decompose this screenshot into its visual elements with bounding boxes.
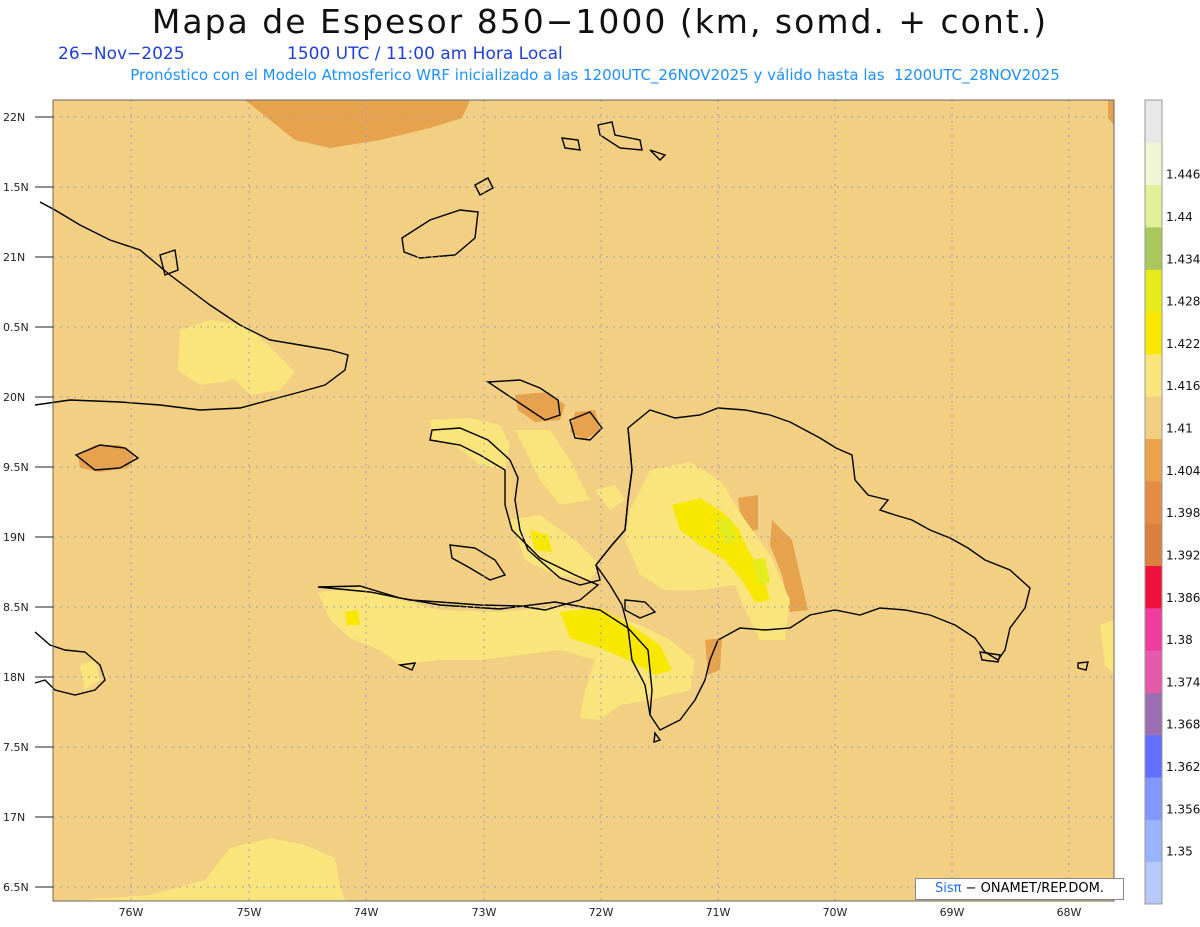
lat-axis: 22N 1.5N 21N 0.5N 20N 9.5N 19N 8.5N 18N … bbox=[3, 111, 29, 894]
lon-label: 75W bbox=[237, 906, 262, 919]
colorbar-level-label: 1.422 bbox=[1166, 337, 1200, 351]
colorbar: 1.35 1.356 1.362 1.368 1.374 1.38 1.386 1.392 1.… bbox=[1144, 99, 1200, 905]
lon-label: 72W bbox=[589, 906, 614, 919]
colorbar-swatch bbox=[1145, 607, 1162, 651]
colorbar-swatch bbox=[1145, 480, 1162, 524]
colorbar-swatch bbox=[1145, 861, 1162, 905]
colorbar-swatch bbox=[1145, 523, 1162, 566]
lon-label: 68W bbox=[1057, 906, 1082, 919]
lat-label: 7.5N bbox=[3, 741, 29, 754]
colorbar-swatch bbox=[1145, 438, 1162, 482]
lon-axis: 76W 75W 74W 73W 72W 71W 70W 69W 68W bbox=[119, 906, 1082, 919]
colorbar-level-label: 1.41 bbox=[1166, 422, 1193, 436]
colorbar-swatch bbox=[1145, 777, 1162, 820]
lat-label: 22N bbox=[3, 111, 25, 124]
thickness-map: 22N 1.5N 21N 0.5N 20N 9.5N 19N 8.5N 18N … bbox=[3, 99, 1200, 919]
credit-box: Sisπ − ONAMET/REP.DOM. bbox=[915, 878, 1124, 900]
colorbar-level-label: 1.44 bbox=[1166, 210, 1193, 224]
lon-label: 73W bbox=[472, 906, 497, 919]
lon-label: 71W bbox=[706, 906, 731, 919]
colorbar-level-label: 1.368 bbox=[1166, 718, 1200, 732]
colorbar-level-label: 1.35 bbox=[1166, 845, 1193, 859]
lon-label: 69W bbox=[940, 906, 965, 919]
lat-label: 20N bbox=[3, 391, 25, 404]
colorbar-swatch bbox=[1145, 142, 1162, 186]
colorbar-level-label: 1.374 bbox=[1166, 675, 1200, 689]
credit-org: − ONAMET/REP.DOM. bbox=[965, 881, 1105, 896]
colorbar-swatch bbox=[1145, 819, 1162, 863]
colorbar-swatch bbox=[1145, 734, 1162, 778]
colorbar-swatch bbox=[1145, 353, 1162, 397]
colorbar-swatch bbox=[1145, 226, 1162, 270]
colorbar-level-label: 1.446 bbox=[1166, 168, 1200, 182]
colorbar-swatch bbox=[1145, 184, 1162, 228]
colorbar-level-label: 1.362 bbox=[1166, 760, 1200, 774]
colorbar-swatch bbox=[1145, 650, 1162, 693]
colorbar-swatch bbox=[1145, 100, 1162, 143]
lat-label: 18N bbox=[3, 671, 25, 684]
lon-label: 70W bbox=[823, 906, 848, 919]
colorbar-level-label: 1.392 bbox=[1166, 548, 1200, 562]
colorbar-swatch bbox=[1145, 396, 1162, 440]
colorbar-swatch bbox=[1145, 692, 1162, 736]
colorbar-level-label: 1.386 bbox=[1166, 591, 1200, 605]
colorbar-level-label: 1.398 bbox=[1166, 506, 1200, 520]
sis-logo-text: Sisπ bbox=[934, 881, 962, 896]
lat-ticks bbox=[35, 116, 53, 888]
lon-label: 76W bbox=[119, 906, 144, 919]
colorbar-level-label: 1.416 bbox=[1166, 379, 1200, 393]
colorbar-swatch bbox=[1145, 565, 1162, 609]
lat-label: 0.5N bbox=[3, 321, 29, 334]
lat-label: 9.5N bbox=[3, 461, 29, 474]
lat-label: 19N bbox=[3, 531, 25, 544]
lat-label: 6.5N bbox=[3, 881, 29, 894]
colorbar-swatch bbox=[1145, 311, 1162, 355]
colorbar-level-label: 1.356 bbox=[1166, 802, 1200, 816]
lat-label: 1.5N bbox=[3, 181, 29, 194]
colorbar-level-label: 1.38 bbox=[1166, 633, 1193, 647]
colorbar-swatch bbox=[1145, 269, 1162, 313]
colorbar-level-label: 1.428 bbox=[1166, 295, 1200, 309]
lon-label: 74W bbox=[354, 906, 379, 919]
lat-label: 17N bbox=[3, 811, 25, 824]
lat-label: 8.5N bbox=[3, 601, 29, 614]
colorbar-level-label: 1.404 bbox=[1166, 464, 1200, 478]
colorbar-level-label: 1.434 bbox=[1166, 252, 1200, 266]
lat-label: 21N bbox=[3, 251, 25, 264]
